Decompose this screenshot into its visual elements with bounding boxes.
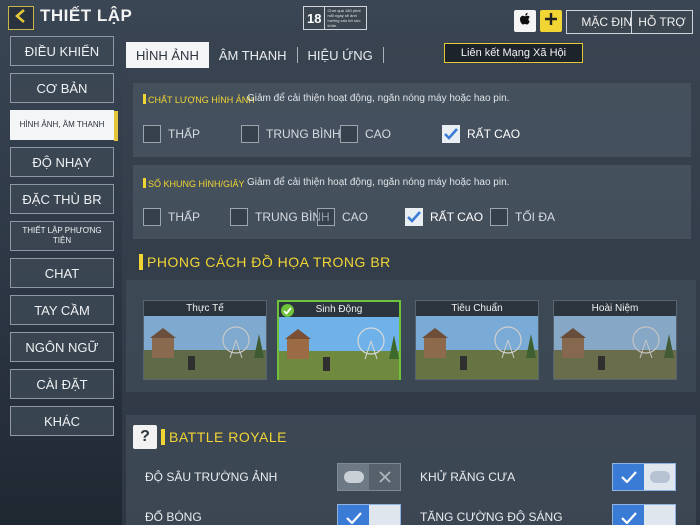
style-preview-image: [279, 317, 399, 380]
fps-option-low[interactable]: THẤP: [143, 208, 200, 226]
checkmark-icon: [613, 464, 644, 490]
option-label: THẤP: [168, 127, 201, 141]
option-label: CAO: [342, 210, 369, 224]
back-arrow-icon: [14, 8, 28, 28]
style-card-title: Thực Tế: [144, 301, 266, 316]
toggle-knob: [338, 464, 369, 490]
option-label: RẤT CAO: [430, 210, 484, 224]
sidebar-item-br-specific[interactable]: ĐẶC THÙ BR: [10, 184, 114, 214]
tab-graphics[interactable]: HÌNH ẢNH: [126, 42, 209, 68]
plus-icon: [544, 12, 558, 31]
style-preview-image: [416, 316, 538, 379]
style-preview-image: [554, 316, 676, 379]
option-label: CAO: [365, 127, 392, 141]
age-rating-badge: 18 Chơi quá 180 phút mỗi ngày sẽ ảnh hưở…: [303, 6, 367, 30]
sidebar-item-chat[interactable]: CHAT: [10, 258, 114, 288]
sidebar-item-graphics-audio[interactable]: HÌNH ẢNH, ÂM THANH: [10, 110, 118, 141]
frame-rate-label: SỐ KHUNG HÌNH/GIÂY: [143, 178, 245, 189]
style-card-realistic[interactable]: Thực Tế: [143, 300, 267, 380]
style-card-title: Hoài Niệm: [554, 301, 676, 316]
style-card-nostalgic[interactable]: Hoài Niệm: [553, 300, 677, 380]
fps-option-max[interactable]: TỐI ĐA: [490, 208, 555, 226]
apple-icon: [519, 12, 531, 31]
graphics-quality-section: CHẤT LƯỢNG HÌNH ẢNH Giảm để cải thiện ho…: [133, 83, 691, 157]
age-rating-number: 18: [304, 7, 326, 29]
sidebar-item-sensitivity[interactable]: ĐỘ NHẠY: [10, 147, 114, 177]
checkbox[interactable]: [340, 125, 358, 143]
add-account-button[interactable]: [540, 10, 562, 32]
sidebar-item-controls[interactable]: ĐIỀU KHIỂN: [10, 36, 114, 66]
help-button[interactable]: ?: [133, 425, 157, 449]
checkbox[interactable]: [230, 208, 248, 226]
checkbox-checked[interactable]: [405, 208, 423, 226]
checkbox-checked[interactable]: [442, 125, 460, 143]
toggle-knob: [644, 464, 675, 490]
graphics-quality-description: Giảm để cải thiện hoạt động, ngăn nóng m…: [247, 93, 510, 104]
style-card-vivid[interactable]: Sinh Động: [277, 300, 401, 380]
checkbox[interactable]: [143, 125, 161, 143]
page-title: THIẾT LẬP: [40, 6, 133, 25]
option-label: THẤP: [168, 210, 201, 224]
anti-aliasing-label: KHỬ RĂNG CƯA: [420, 470, 516, 484]
graphics-option-medium[interactable]: TRUNG BÌNH: [241, 125, 341, 143]
checkbox[interactable]: [241, 125, 259, 143]
tab-audio[interactable]: ÂM THANH: [209, 42, 297, 68]
graphics-option-high[interactable]: CAO: [340, 125, 391, 143]
age-warning-text: Chơi quá 180 phút mỗi ngày sẽ ảnh hưởng …: [327, 8, 361, 28]
depth-of-field-toggle[interactable]: [337, 463, 401, 491]
graphics-option-low[interactable]: THẤP: [143, 125, 200, 143]
header-accent-bar: [139, 254, 143, 270]
toggle-knob: [369, 505, 400, 525]
fps-option-very-high[interactable]: RẤT CAO: [405, 208, 483, 226]
fps-option-medium[interactable]: TRUNG BÌNH: [230, 208, 330, 226]
back-button[interactable]: [8, 6, 34, 30]
graphics-option-very-high[interactable]: RẤT CAO: [442, 125, 520, 143]
support-button[interactable]: HỖ TRỢ: [631, 10, 693, 34]
fps-option-high[interactable]: CAO: [317, 208, 368, 226]
graphics-quality-label: CHẤT LƯỢNG HÌNH ẢNH: [143, 94, 255, 105]
sidebar-item-controller[interactable]: TAY CẦM: [10, 295, 114, 325]
option-label: RẤT CAO: [467, 127, 521, 141]
shadows-toggle[interactable]: [337, 504, 401, 525]
sidebar-item-settings[interactable]: CÀI ĐẶT: [10, 369, 114, 399]
br-style-header: PHONG CÁCH ĐỒ HỌA TRONG BR: [133, 248, 691, 276]
sidebar-item-vehicle[interactable]: THIẾT LẬP PHƯƠNG TIỆN: [10, 221, 114, 251]
checkmark-icon: [407, 211, 421, 223]
battle-royale-header: BATTLE ROYALE: [158, 423, 458, 451]
tab-bar: HÌNH ẢNH ÂM THANH HIỆU ỨNG: [126, 42, 384, 68]
sidebar-item-language[interactable]: NGÔN NGỮ: [10, 332, 114, 362]
checkbox[interactable]: [143, 208, 161, 226]
brightness-boost-label: TĂNG CƯỜNG ĐỘ SÁNG: [420, 510, 563, 524]
checkbox[interactable]: [490, 208, 508, 226]
header-accent-bar: [161, 429, 165, 445]
frame-rate-section: SỐ KHUNG HÌNH/GIÂY Giảm để cải thiện hoạ…: [133, 165, 691, 239]
checkmark-icon: [444, 128, 458, 140]
battle-royale-title: BATTLE ROYALE: [169, 429, 288, 445]
top-bar: THIẾT LẬP 18 Chơi quá 180 phút mỗi ngày …: [0, 0, 700, 38]
checkbox[interactable]: [317, 208, 335, 226]
checkmark-icon: [613, 505, 644, 525]
option-label: TRUNG BÌNH: [266, 127, 341, 141]
style-card-title: Tiêu Chuẩn: [416, 301, 538, 316]
social-link-tooltip: Liên kết Mạng Xã Hội: [444, 43, 583, 63]
style-card-standard[interactable]: Tiêu Chuẩn: [415, 300, 539, 380]
style-preview-image: [144, 316, 266, 379]
apple-login-button[interactable]: [514, 10, 536, 32]
sidebar-item-basic[interactable]: CƠ BẢN: [10, 73, 114, 103]
selected-check-icon: [281, 304, 294, 317]
style-card-title: Sinh Động: [279, 302, 399, 317]
br-style-title: PHONG CÁCH ĐỒ HỌA TRONG BR: [147, 254, 391, 270]
anti-aliasing-toggle[interactable]: [612, 463, 676, 491]
checkmark-icon: [338, 505, 369, 525]
brightness-boost-toggle[interactable]: [612, 504, 676, 525]
toggle-knob: [644, 505, 675, 525]
sidebar-item-other[interactable]: KHÁC: [10, 406, 114, 436]
tab-divider: [382, 47, 384, 63]
close-icon: [369, 464, 400, 490]
option-label: TỐI ĐA: [515, 210, 556, 224]
shadows-label: ĐỔ BÓNG: [145, 510, 202, 524]
frame-rate-description: Giảm để cải thiện hoạt động, ngăn nóng m…: [247, 177, 510, 188]
depth-of-field-label: ĐỘ SÂU TRƯỜNG ẢNH: [145, 470, 278, 484]
tab-effects[interactable]: HIỆU ỨNG: [298, 42, 383, 68]
